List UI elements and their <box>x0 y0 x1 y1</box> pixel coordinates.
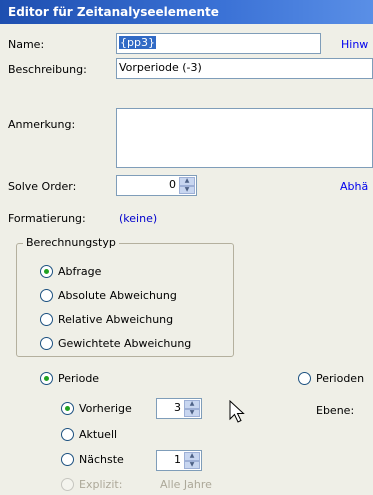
current-radio[interactable] <box>61 428 74 441</box>
description-value: Vorperiode (-3) <box>119 61 202 74</box>
explicit-radio[interactable] <box>61 478 74 491</box>
all-years-label: Alle Jahre <box>160 478 212 491</box>
name-label: Name: <box>8 38 45 51</box>
solve-order-value: 0 <box>169 178 176 191</box>
next-value: 1 <box>174 453 181 466</box>
name-input[interactable]: {pp3} <box>116 33 321 54</box>
previous-spinner[interactable]: 3 ▲ ▼ <box>156 398 202 419</box>
previous-label: Vorherige <box>79 402 132 415</box>
periode-radio[interactable] <box>40 372 53 385</box>
spin-up-icon[interactable]: ▲ <box>179 177 195 186</box>
remark-textarea[interactable] <box>116 108 373 168</box>
spin-up-icon[interactable]: ▲ <box>184 452 200 461</box>
calc-type-label-absolute: Absolute Abweichung <box>58 289 177 302</box>
window-title: Editor für Zeitanalyseelemente <box>0 0 373 24</box>
formatting-label: Formatierung: <box>8 212 86 225</box>
next-label: Nächste <box>79 453 124 466</box>
spin-down-icon[interactable]: ▼ <box>179 185 195 194</box>
explicit-label: Explizit: <box>79 478 123 491</box>
previous-value: 3 <box>174 401 181 414</box>
remark-label: Anmerkung: <box>8 118 76 131</box>
solve-order-label: Solve Order: <box>8 180 77 193</box>
previous-radio[interactable] <box>61 402 74 415</box>
calc-type-radio-absolute[interactable] <box>40 289 53 302</box>
periode-label: Periode <box>58 372 100 385</box>
spin-up-icon[interactable]: ▲ <box>184 400 200 409</box>
calc-type-label-relative: Relative Abweichung <box>58 313 174 326</box>
calc-type-label-weighted: Gewichtete Abweichung <box>58 337 192 350</box>
name-value: {pp3} <box>119 36 156 49</box>
level-label: Ebene: <box>316 404 355 417</box>
description-input[interactable]: Vorperiode (-3) <box>116 58 373 79</box>
description-label: Beschreibung: <box>8 63 87 76</box>
calc-type-radio-abfrage[interactable] <box>40 265 53 278</box>
next-spinner[interactable]: 1 ▲ ▼ <box>156 450 202 471</box>
calc-type-radio-weighted[interactable] <box>40 337 53 350</box>
calc-type-legend: Berechnungstyp <box>23 236 119 250</box>
perioden-radio[interactable] <box>298 372 311 385</box>
formatting-value-link[interactable]: (keine) <box>119 212 157 225</box>
spin-down-icon[interactable]: ▼ <box>184 460 200 469</box>
current-label: Aktuell <box>79 428 118 441</box>
calc-type-label-abfrage: Abfrage <box>58 265 102 278</box>
spin-down-icon[interactable]: ▼ <box>184 408 200 417</box>
hint-link[interactable]: Hinw <box>341 38 368 51</box>
solve-order-spinner[interactable]: 0 ▲ ▼ <box>116 175 197 196</box>
next-radio[interactable] <box>61 453 74 466</box>
calc-type-radio-relative[interactable] <box>40 313 53 326</box>
perioden-label: Perioden <box>316 372 365 385</box>
dependency-link[interactable]: Abhä <box>340 180 368 193</box>
mouse-cursor-icon <box>229 400 245 423</box>
